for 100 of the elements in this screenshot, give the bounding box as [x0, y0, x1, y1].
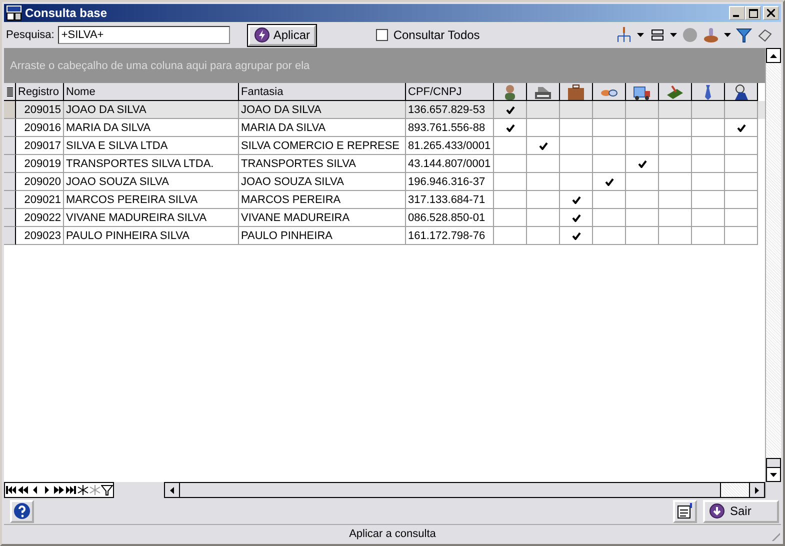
next-page-icon — [53, 485, 65, 495]
list-icon — [6, 86, 12, 96]
table-cell: JOAO DA SILVA — [239, 101, 406, 119]
table-cell: VIVANE MADUREIRA — [239, 209, 406, 227]
exit-button[interactable]: Sair — [703, 500, 779, 522]
table-cell: VIVANE MADUREIRA SILVA — [64, 209, 239, 227]
table-cell: 196.946.316-37 — [406, 173, 494, 191]
maximize-icon — [748, 8, 758, 18]
next-button[interactable] — [41, 483, 53, 497]
hierarchy-icon[interactable] — [616, 27, 632, 43]
table-row[interactable]: 209015 JOAO DA SILVA JOAO DA SILVA 136.657.829-53 — [4, 101, 765, 119]
table-cell: 209021 — [16, 191, 64, 209]
consult-all-checkbox[interactable] — [376, 29, 388, 41]
table-cell: 209015 — [16, 101, 64, 119]
check-icon — [506, 124, 514, 132]
column-header[interactable]: Registro — [16, 83, 64, 101]
row-indicator[interactable] — [4, 227, 16, 245]
row-indicator[interactable] — [4, 173, 16, 191]
column-header[interactable]: Fantasia — [239, 83, 406, 101]
group-panel-hint: Arraste o cabeçalho de uma coluna aqui para agrupar por ela — [10, 60, 310, 72]
column-header[interactable] — [692, 83, 725, 101]
table-cell: 317.133.684-71 — [406, 191, 494, 209]
table-cell: 209019 — [16, 155, 64, 173]
prev-page-icon — [17, 485, 29, 495]
table-cell: 136.657.829-53 — [406, 101, 494, 119]
table-cell: MARCOS PEREIRA — [239, 191, 406, 209]
table-row[interactable]: 209016 MARIA DA SILVA MARIA DA SILVA 893.761.556-88 — [4, 119, 765, 137]
column-header[interactable]: CPF/CNPJ — [406, 83, 494, 101]
filter-icon[interactable] — [736, 27, 752, 43]
table-cell: SILVA COMERCIO E REPRESE — [239, 137, 406, 155]
rows-icon[interactable] — [649, 27, 665, 43]
close-button[interactable] — [763, 6, 779, 20]
maximize-button[interactable] — [745, 6, 761, 20]
up-arrow-icon — [770, 54, 777, 58]
column-header[interactable] — [494, 83, 527, 101]
last-icon — [65, 485, 77, 495]
apply-button[interactable]: Aplicar — [248, 24, 316, 46]
table-cell: 43.144.807/0001 — [406, 155, 494, 173]
row-indicator[interactable] — [4, 137, 16, 155]
table-cell: JOAO DA SILVA — [64, 101, 239, 119]
check-icon — [604, 178, 614, 186]
column-header[interactable] — [593, 83, 626, 101]
search-field[interactable]: +SILVA+ — [58, 26, 230, 44]
dropdown-arrow-icon[interactable] — [724, 33, 731, 37]
asterisk-icon — [77, 485, 89, 495]
help-button[interactable] — [10, 500, 34, 522]
table-row[interactable]: 209020 JOAO SOUZA SILVA JOAO SOUZA SILVA 196.946.316-37 — [4, 173, 765, 191]
check-icon — [572, 196, 580, 204]
check-icon — [638, 160, 646, 168]
table-cell: 209017 — [16, 137, 64, 155]
column-header[interactable]: Nome — [64, 83, 239, 101]
stamp-icon[interactable] — [703, 27, 719, 43]
column-chooser[interactable] — [4, 83, 16, 101]
search-label: Pesquisa: — [6, 29, 54, 41]
column-header[interactable] — [626, 83, 659, 101]
table-cell: PAULO PINHEIRA — [239, 227, 406, 245]
table-cell: MARIA DA SILVA — [64, 119, 239, 137]
check-icon — [572, 232, 580, 240]
document-icon — [676, 502, 694, 520]
scrollbar-thumb[interactable] — [766, 458, 781, 467]
insert-button[interactable] — [77, 483, 89, 497]
consult-all-label: Consultar Todos — [393, 28, 480, 42]
right-arrow-icon — [755, 486, 759, 494]
table-row[interactable]: 209023 PAULO PINHEIRA SILVA PAULO PINHEIRA 161.172.798-76 — [4, 227, 765, 245]
row-indicator[interactable] — [4, 209, 16, 227]
check-icon — [506, 106, 514, 114]
table-cell: MARCOS PEREIRA SILVA — [64, 191, 239, 209]
down-arrow-icon — [770, 472, 777, 476]
close-icon — [767, 9, 775, 17]
table-cell: 209016 — [16, 119, 64, 137]
app-icon — [6, 5, 22, 21]
row-indicator[interactable] — [4, 155, 16, 173]
table-cell: 893.761.556-88 — [406, 119, 494, 137]
table-cell: SILVA E SILVA LTDA — [64, 137, 239, 155]
report-button[interactable] — [673, 500, 697, 522]
table-cell: MARIA DA SILVA — [239, 119, 406, 137]
truck-icon — [633, 84, 651, 100]
table-cell: 209023 — [16, 227, 64, 245]
dropdown-arrow-icon[interactable] — [637, 33, 644, 37]
table-row[interactable]: 209022 VIVANE MADUREIRA SILVA VIVANE MADUREIRA 086.528.850-01 — [4, 209, 765, 227]
vertical-scrollbar[interactable] — [765, 48, 781, 498]
column-header[interactable] — [659, 83, 692, 101]
filter-button[interactable] — [101, 483, 113, 497]
check-icon — [572, 214, 580, 222]
figure-icon — [732, 84, 750, 100]
table-row[interactable]: 209021 MARCOS PEREIRA SILVA MARCOS PEREIRA 317.133.684-71 — [4, 191, 765, 209]
check-icon — [538, 142, 548, 150]
column-header[interactable] — [560, 83, 593, 101]
row-indicator[interactable] — [4, 119, 16, 137]
window-title: Consulta base — [25, 6, 108, 20]
column-header[interactable] — [527, 83, 560, 101]
table-row[interactable]: 209019 TRANSPORTES SILVA LTDA. TRANSPORTES SILVA 43.144.807/0001 — [4, 155, 765, 173]
row-indicator[interactable] — [4, 191, 16, 209]
column-header[interactable] — [725, 83, 758, 101]
minimize-button[interactable] — [729, 6, 745, 20]
row-indicator[interactable] — [4, 101, 16, 119]
prev-button[interactable] — [29, 483, 41, 497]
dropdown-arrow-icon[interactable] — [670, 33, 677, 37]
table-row[interactable]: 209017 SILVA E SILVA LTDA SILVA COMERCIO E REPRESE 81.265.433/0001 — [4, 137, 765, 155]
horizontal-scrollbar[interactable] — [164, 482, 765, 498]
